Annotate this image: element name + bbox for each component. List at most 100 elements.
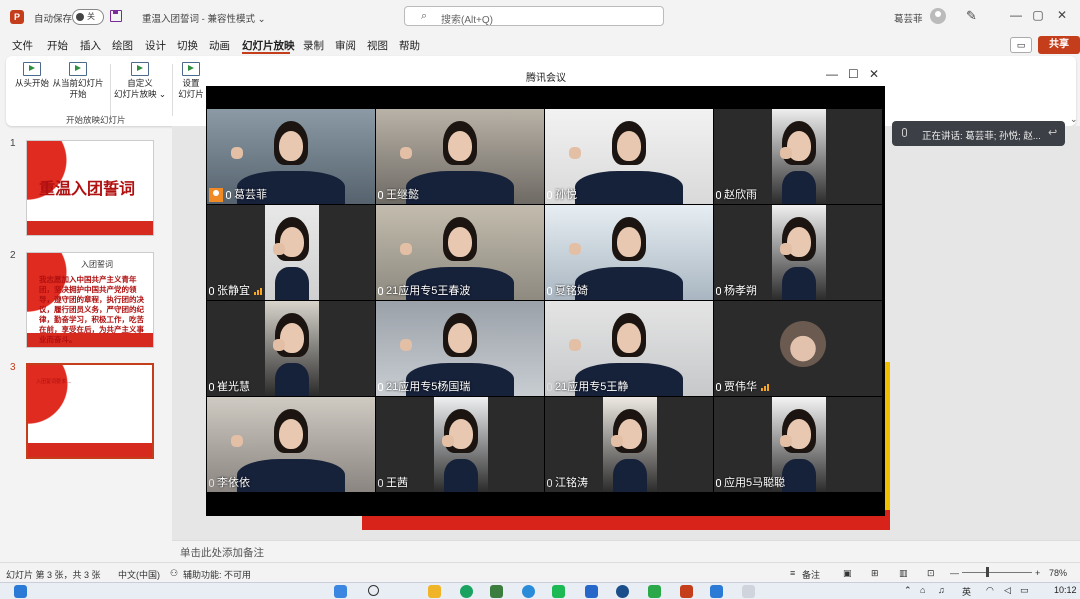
file-explorer-icon[interactable]: [428, 585, 441, 598]
photos-icon[interactable]: [710, 585, 723, 598]
edge-icon[interactable]: [522, 585, 535, 598]
participant-tile[interactable]: 张静宜: [207, 205, 375, 300]
tencent-meeting-icon[interactable]: [648, 585, 661, 598]
slide-3-body: 入团誓词要求 ...: [36, 379, 72, 385]
meeting-window[interactable]: 腾讯会议 — ☐ ✕ 葛芸菲 王继懿 孙悦 赵欣雨张静宜 21应用专5王春波 夏铭婍 杨孝朔…: [206, 64, 885, 516]
participant-tile[interactable]: 贾伟华: [714, 301, 882, 396]
slide-thumbnail-3[interactable]: 入团誓词要求 ...: [26, 363, 154, 459]
tab-transitions[interactable]: 切换: [177, 38, 198, 53]
minimize-button[interactable]: —: [1008, 8, 1024, 22]
language-indicator[interactable]: 中文(中国): [118, 568, 160, 581]
app-icon[interactable]: [490, 585, 503, 598]
meeting-close-button[interactable]: ✕: [869, 67, 879, 81]
participant-name-label: 孙悦: [547, 186, 577, 202]
save-icon[interactable]: [110, 10, 122, 22]
tab-slideshow[interactable]: 幻灯片放映: [242, 38, 295, 53]
tab-help[interactable]: 帮助: [399, 38, 420, 53]
participant-avatar: [780, 321, 826, 367]
close-button[interactable]: ✕: [1054, 8, 1070, 22]
zoom-slider-thumb[interactable]: [986, 567, 989, 577]
slideshow-view-icon[interactable]: ⊡: [927, 568, 935, 579]
speaking-indicator[interactable]: 正在讲话: 葛芸菲; 孙悦; 赵... ↩: [892, 121, 1065, 146]
tray-icon[interactable]: ♫: [938, 585, 945, 595]
search-icon[interactable]: [368, 585, 379, 596]
slide-thumbnail-1[interactable]: 重温入团誓词: [26, 140, 154, 236]
participant-name-label: 王茜: [378, 474, 408, 490]
notes-button[interactable]: 备注: [802, 568, 820, 581]
pen-icon[interactable]: ✎: [966, 8, 977, 24]
raised-fist: [272, 339, 285, 351]
normal-view-icon[interactable]: ▣: [843, 568, 852, 579]
autosave-toggle[interactable]: 关: [72, 9, 104, 25]
volume-icon[interactable]: ◁: [1004, 585, 1011, 596]
start-icon[interactable]: [334, 585, 347, 598]
participant-tile[interactable]: 崔光慧: [207, 301, 375, 396]
wifi-icon[interactable]: ◠: [986, 585, 994, 596]
tab-review[interactable]: 审阅: [335, 38, 356, 53]
browser-icon[interactable]: [460, 585, 473, 598]
meeting-title-bar[interactable]: 腾讯会议 — ☐ ✕: [206, 64, 885, 86]
participant-tile[interactable]: 王茜: [376, 397, 544, 492]
tab-file[interactable]: 文件: [12, 38, 33, 53]
document-title[interactable]: 重温入团誓词 - 兼容性模式 ⌄: [142, 11, 266, 25]
avatar[interactable]: [930, 8, 946, 24]
tab-draw[interactable]: 绘图: [112, 38, 133, 53]
participant-tile[interactable]: 21应用专5王春波: [376, 205, 544, 300]
from-beginning-button[interactable]: 从头开始: [14, 62, 50, 89]
participant-tile[interactable]: 江铭涛: [545, 397, 713, 492]
tray-chevron-icon[interactable]: ⌃: [904, 585, 912, 596]
tab-animations[interactable]: 动画: [209, 38, 230, 53]
tab-design[interactable]: 设计: [145, 38, 166, 53]
app-icon[interactable]: [585, 585, 598, 598]
windows-start-icon[interactable]: [14, 585, 27, 598]
participant-tile[interactable]: 夏铭婍: [545, 205, 713, 300]
comments-button[interactable]: ▭: [1010, 37, 1032, 53]
clock[interactable]: 10:12: [1054, 585, 1077, 595]
participant-tile[interactable]: 21应用专5杨国瑞: [376, 301, 544, 396]
slide-sorter-icon[interactable]: ⊞: [871, 568, 879, 579]
participant-tile[interactable]: 赵欣雨: [714, 109, 882, 204]
tab-insert[interactable]: 插入: [80, 38, 101, 53]
slide-thumbnail-2[interactable]: 入团誓词 我志愿加入中国共产主义青年团，坚决拥护中国共产党的领导，遵守团的章程，…: [26, 252, 154, 348]
reading-view-icon[interactable]: ▥: [899, 568, 908, 579]
collapse-icon[interactable]: ↩: [1048, 126, 1057, 139]
setup-slideshow-label-2: 幻灯片: [178, 89, 204, 99]
search-input[interactable]: ⌕ 搜索(Alt+Q): [404, 6, 664, 26]
share-button[interactable]: 共享: [1038, 36, 1080, 54]
zoom-slider[interactable]: [962, 572, 1032, 573]
participant-tile[interactable]: 王继懿: [376, 109, 544, 204]
tray-icon[interactable]: ⌂: [920, 585, 925, 595]
ribbon-collapse-chevron-icon[interactable]: ⌄: [1070, 114, 1078, 125]
custom-slideshow-button[interactable]: 自定义 幻灯片放映 ⌄: [114, 62, 166, 100]
setup-slideshow-button[interactable]: 设置 幻灯片: [178, 62, 204, 100]
setup-slideshow-label-1: 设置: [182, 78, 200, 88]
tab-home[interactable]: 开始: [47, 38, 68, 53]
from-current-button[interactable]: 从当前幻灯片 开始: [52, 62, 104, 100]
accessibility-status[interactable]: 辅助功能: 不可用: [183, 568, 251, 581]
participant-tile[interactable]: 李依依: [207, 397, 375, 492]
tab-view[interactable]: 视图: [367, 38, 388, 53]
user-name[interactable]: 葛芸菲: [894, 11, 923, 25]
tab-record[interactable]: 录制: [303, 38, 324, 53]
participant-tile[interactable]: 应用5马聪聪: [714, 397, 882, 492]
participant-name-label: 夏铭婍: [547, 282, 588, 298]
zoom-in-button[interactable]: +: [1035, 568, 1040, 578]
notes-pane[interactable]: 单击此处添加备注: [172, 540, 1080, 563]
powerpoint-taskbar-icon[interactable]: [680, 585, 693, 598]
zoom-level[interactable]: 78%: [1049, 568, 1067, 578]
wechat-icon[interactable]: [552, 585, 565, 598]
participant-name-label: 李依依: [209, 474, 250, 490]
battery-icon[interactable]: ▭: [1020, 585, 1029, 596]
meeting-minimize-button[interactable]: —: [826, 67, 838, 81]
participant-tile[interactable]: 21应用专5王静: [545, 301, 713, 396]
input-language[interactable]: 英: [962, 585, 971, 598]
snipping-tool-icon[interactable]: [742, 585, 755, 598]
participant-tile[interactable]: 杨孝朔: [714, 205, 882, 300]
restore-button[interactable]: ▢: [1030, 8, 1046, 22]
participant-tile[interactable]: 孙悦: [545, 109, 713, 204]
participant-tile[interactable]: 葛芸菲: [207, 109, 375, 204]
microphone-icon: [209, 287, 214, 295]
meeting-maximize-button[interactable]: ☐: [848, 67, 859, 81]
zoom-out-button[interactable]: —: [950, 568, 959, 578]
app-icon[interactable]: [616, 585, 629, 598]
